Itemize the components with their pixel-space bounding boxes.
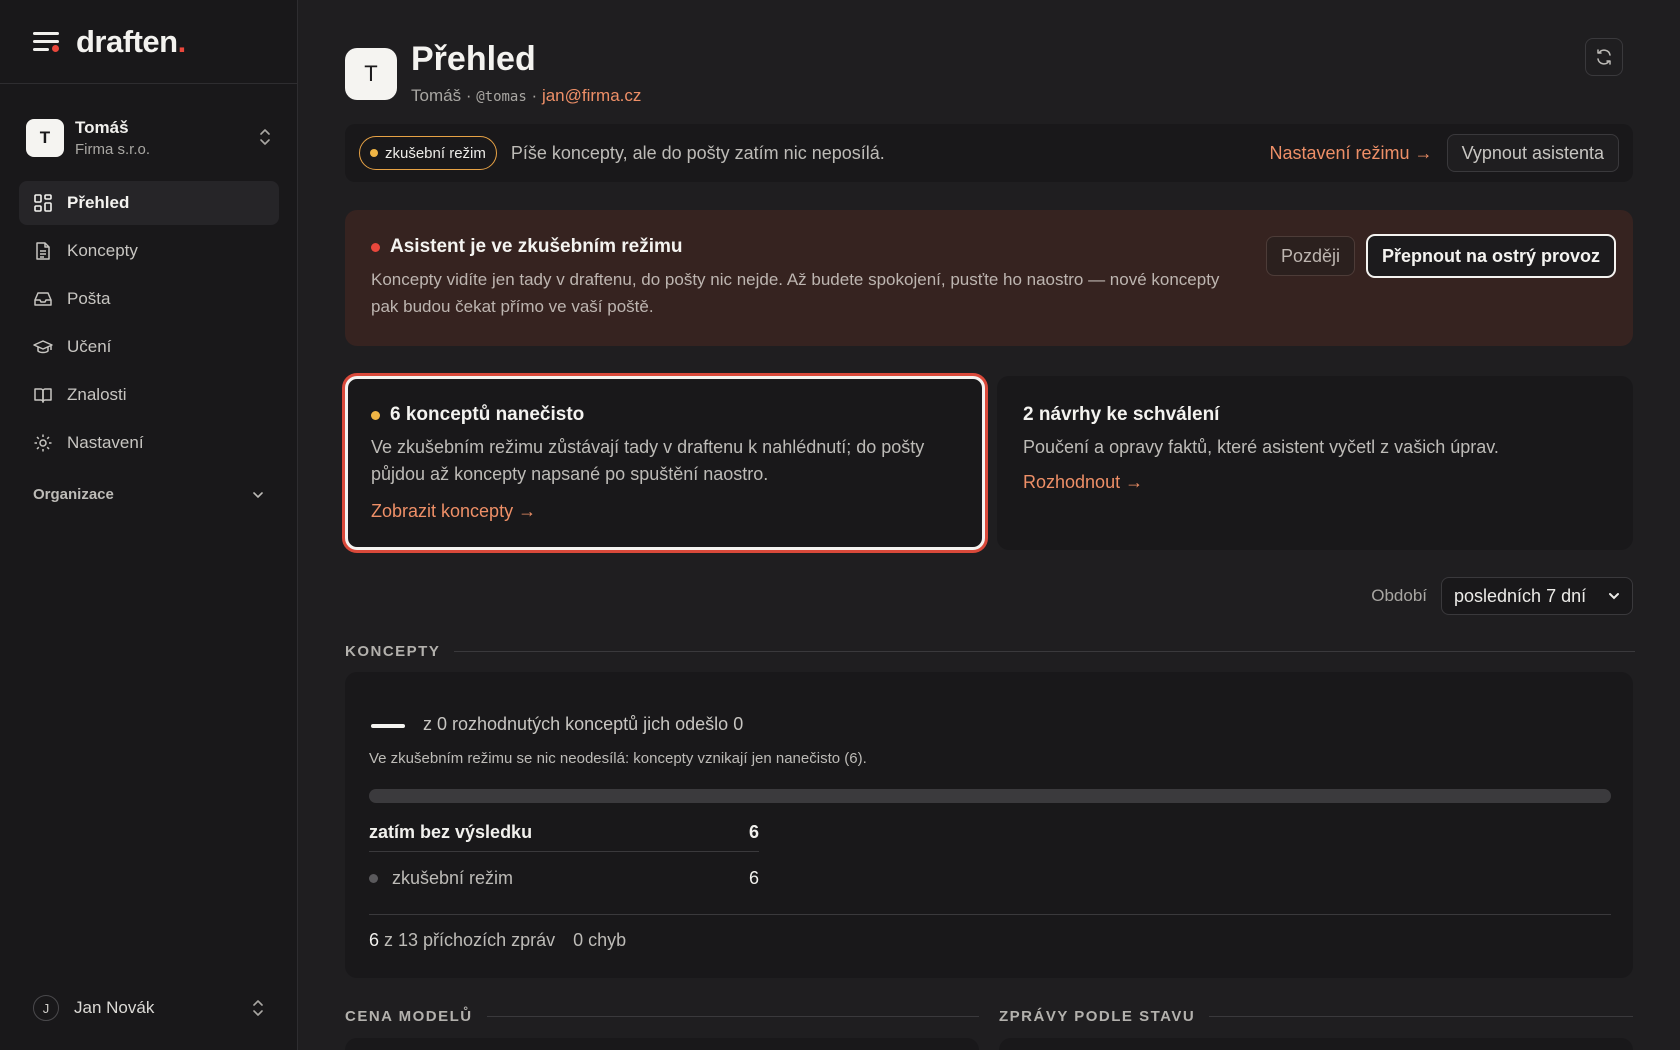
- stat-label: zkušební režim: [392, 868, 514, 888]
- avatar: T: [345, 48, 397, 100]
- profile-name: Tomáš: [411, 86, 462, 105]
- stat-row-trial: zkušební režim 6: [369, 868, 759, 889]
- trial-alert: Asistent je ve zkušebním režimu Koncepty…: [345, 210, 1633, 346]
- period-filter: Období posledních 7 dní: [1371, 577, 1633, 615]
- status-badge: zkušební režim: [359, 136, 497, 170]
- drafts-stats-headline: z 0 rozhodnutých konceptů jich odešlo 0: [423, 714, 744, 734]
- workspace-name: Tomáš: [75, 118, 129, 137]
- refresh-icon: [1597, 49, 1611, 65]
- stat-value: 6: [748, 868, 759, 888]
- period-selected-value: posledních 7 dní: [1454, 585, 1587, 606]
- sidebar-item-znalosti[interactable]: Znalosti: [19, 373, 279, 417]
- sidebar-item-koncepty[interactable]: Koncepty: [19, 229, 279, 273]
- avatar: J: [33, 995, 59, 1021]
- alert-title: Asistent je ve zkušebním režimu: [371, 236, 683, 258]
- drafts-card: 6 konceptů nanečisto Ve zkušebním režimu…: [345, 376, 985, 550]
- book-icon: [34, 388, 52, 403]
- status-dot: [371, 410, 380, 420]
- workspace-avatar: T: [26, 119, 64, 157]
- mode-settings-link[interactable]: Nastavení režimu →: [1270, 143, 1433, 164]
- alert-body: Koncepty vidíte jen tady v draftenu, do …: [371, 270, 1220, 316]
- drafts-stats-card: z 0 rozhodnutých konceptů jich odešlo 0 …: [345, 672, 1633, 978]
- divider: [369, 914, 1611, 915]
- chevron-down-icon: [253, 491, 263, 498]
- drafts-card-body: Ve zkušebním režimu zůstávají tady v dra…: [371, 437, 925, 484]
- sidebar-item-posta[interactable]: Pošta: [19, 277, 279, 321]
- organization-label: Organizace: [33, 486, 114, 503]
- incoming-count: 6: [369, 930, 380, 950]
- page-header: T Přehled Tomáš · @tomas · jan@firma.cz: [345, 38, 1635, 110]
- graduation-cap-icon: [33, 340, 53, 354]
- errors-count: 0 chyb: [573, 930, 627, 950]
- drafts-stats-note: Ve zkušebním režimu se nic neodesílá: ko…: [369, 750, 867, 767]
- organization-toggle[interactable]: Organizace: [33, 486, 265, 503]
- show-drafts-link[interactable]: Zobrazit koncepty →: [371, 501, 536, 522]
- sidebar-item-label: Učení: [67, 337, 112, 356]
- sidebar-item-prehled[interactable]: Přehled: [19, 181, 279, 225]
- dash-indicator: [371, 724, 405, 728]
- chevron-down-icon: [1609, 593, 1619, 600]
- progress-bar: [369, 789, 1611, 803]
- alert-dot: [371, 242, 380, 252]
- sidebar-item-label: Nastavení: [67, 433, 144, 452]
- proposals-card-body: Poučení a opravy faktů, které asistent v…: [1023, 437, 1499, 457]
- sidebar-item-label: Přehled: [67, 193, 130, 212]
- gear-icon: [34, 434, 52, 452]
- proposals-card: 2 návrhy ke schválení Poučení a opravy f…: [997, 376, 1633, 550]
- model-cost-card: [345, 1038, 979, 1050]
- stat-value: 6: [748, 822, 759, 842]
- stat-row-pending: zatím bez výsledku 6: [369, 822, 759, 852]
- chevron-up-down-icon: [253, 1000, 263, 1016]
- sidebar-item-uceni[interactable]: Učení: [19, 325, 279, 369]
- logo[interactable]: draften.: [76, 24, 186, 60]
- sidebar-nav: Přehled Koncepty Pošta Učení Znalosti Na…: [19, 181, 279, 469]
- drafts-card-title: 6 konceptů nanečisto: [371, 404, 584, 426]
- sidebar-item-label: Pošta: [67, 289, 111, 308]
- chevron-up-down-icon: [260, 129, 270, 145]
- document-icon: [36, 242, 50, 260]
- user-menu[interactable]: J Jan Novák: [33, 993, 265, 1023]
- sidebar: draften. T Tomáš Firma s.r.o. Přehled Ko…: [0, 0, 298, 1050]
- section-title-koncepty: KONCEPTY: [345, 643, 1635, 660]
- workspace-switcher[interactable]: T Tomáš Firma s.r.o.: [26, 116, 272, 160]
- menu-icon[interactable]: [33, 31, 59, 53]
- later-button[interactable]: Později: [1266, 236, 1356, 276]
- period-label: Období: [1371, 586, 1427, 605]
- status-dot: [369, 874, 378, 883]
- period-select[interactable]: posledních 7 dní: [1441, 577, 1633, 615]
- go-live-button[interactable]: Přepnout na ostrý provoz: [1366, 234, 1617, 278]
- sidebar-item-label: Znalosti: [67, 385, 127, 404]
- stat-label: zatím bez výsledku: [369, 822, 533, 842]
- trial-mode-bar: zkušební režim Píše koncepty, ale do poš…: [345, 124, 1633, 182]
- section-title-cena: CENA MODELŮ: [345, 1008, 979, 1025]
- messages-by-status-card: [999, 1038, 1633, 1050]
- page-subtitle: Tomáš · @tomas · jan@firma.cz: [411, 86, 642, 105]
- page-title: Přehled: [411, 40, 536, 78]
- sidebar-item-label: Koncepty: [67, 241, 138, 260]
- section-title-zpravy: ZPRÁVY PODLE STAVU: [999, 1008, 1633, 1025]
- proposals-card-title: 2 návrhy ke schválení: [1023, 404, 1220, 425]
- decide-link[interactable]: Rozhodnout →: [1023, 472, 1143, 493]
- brand-bar: draften.: [0, 0, 297, 84]
- trial-description: Píše koncepty, ale do pošty zatím nic ne…: [510, 142, 885, 163]
- profile-handle: @tomas: [476, 89, 527, 105]
- sidebar-item-nastaveni[interactable]: Nastavení: [19, 421, 279, 465]
- refresh-button[interactable]: [1585, 38, 1623, 76]
- profile-email-link[interactable]: jan@firma.cz: [542, 86, 641, 105]
- disable-assistant-button[interactable]: Vypnout asistenta: [1446, 134, 1619, 172]
- dashboard-icon: [34, 194, 52, 212]
- inbox-icon: [34, 292, 52, 306]
- workspace-org: Firma s.r.o.: [75, 141, 151, 158]
- user-name: Jan Novák: [74, 998, 155, 1017]
- drafts-stats-footer: 6 z 13 příchozích zpráv 0 chyb: [369, 930, 626, 951]
- incoming-label: z 13 příchozích zpráv: [384, 930, 556, 950]
